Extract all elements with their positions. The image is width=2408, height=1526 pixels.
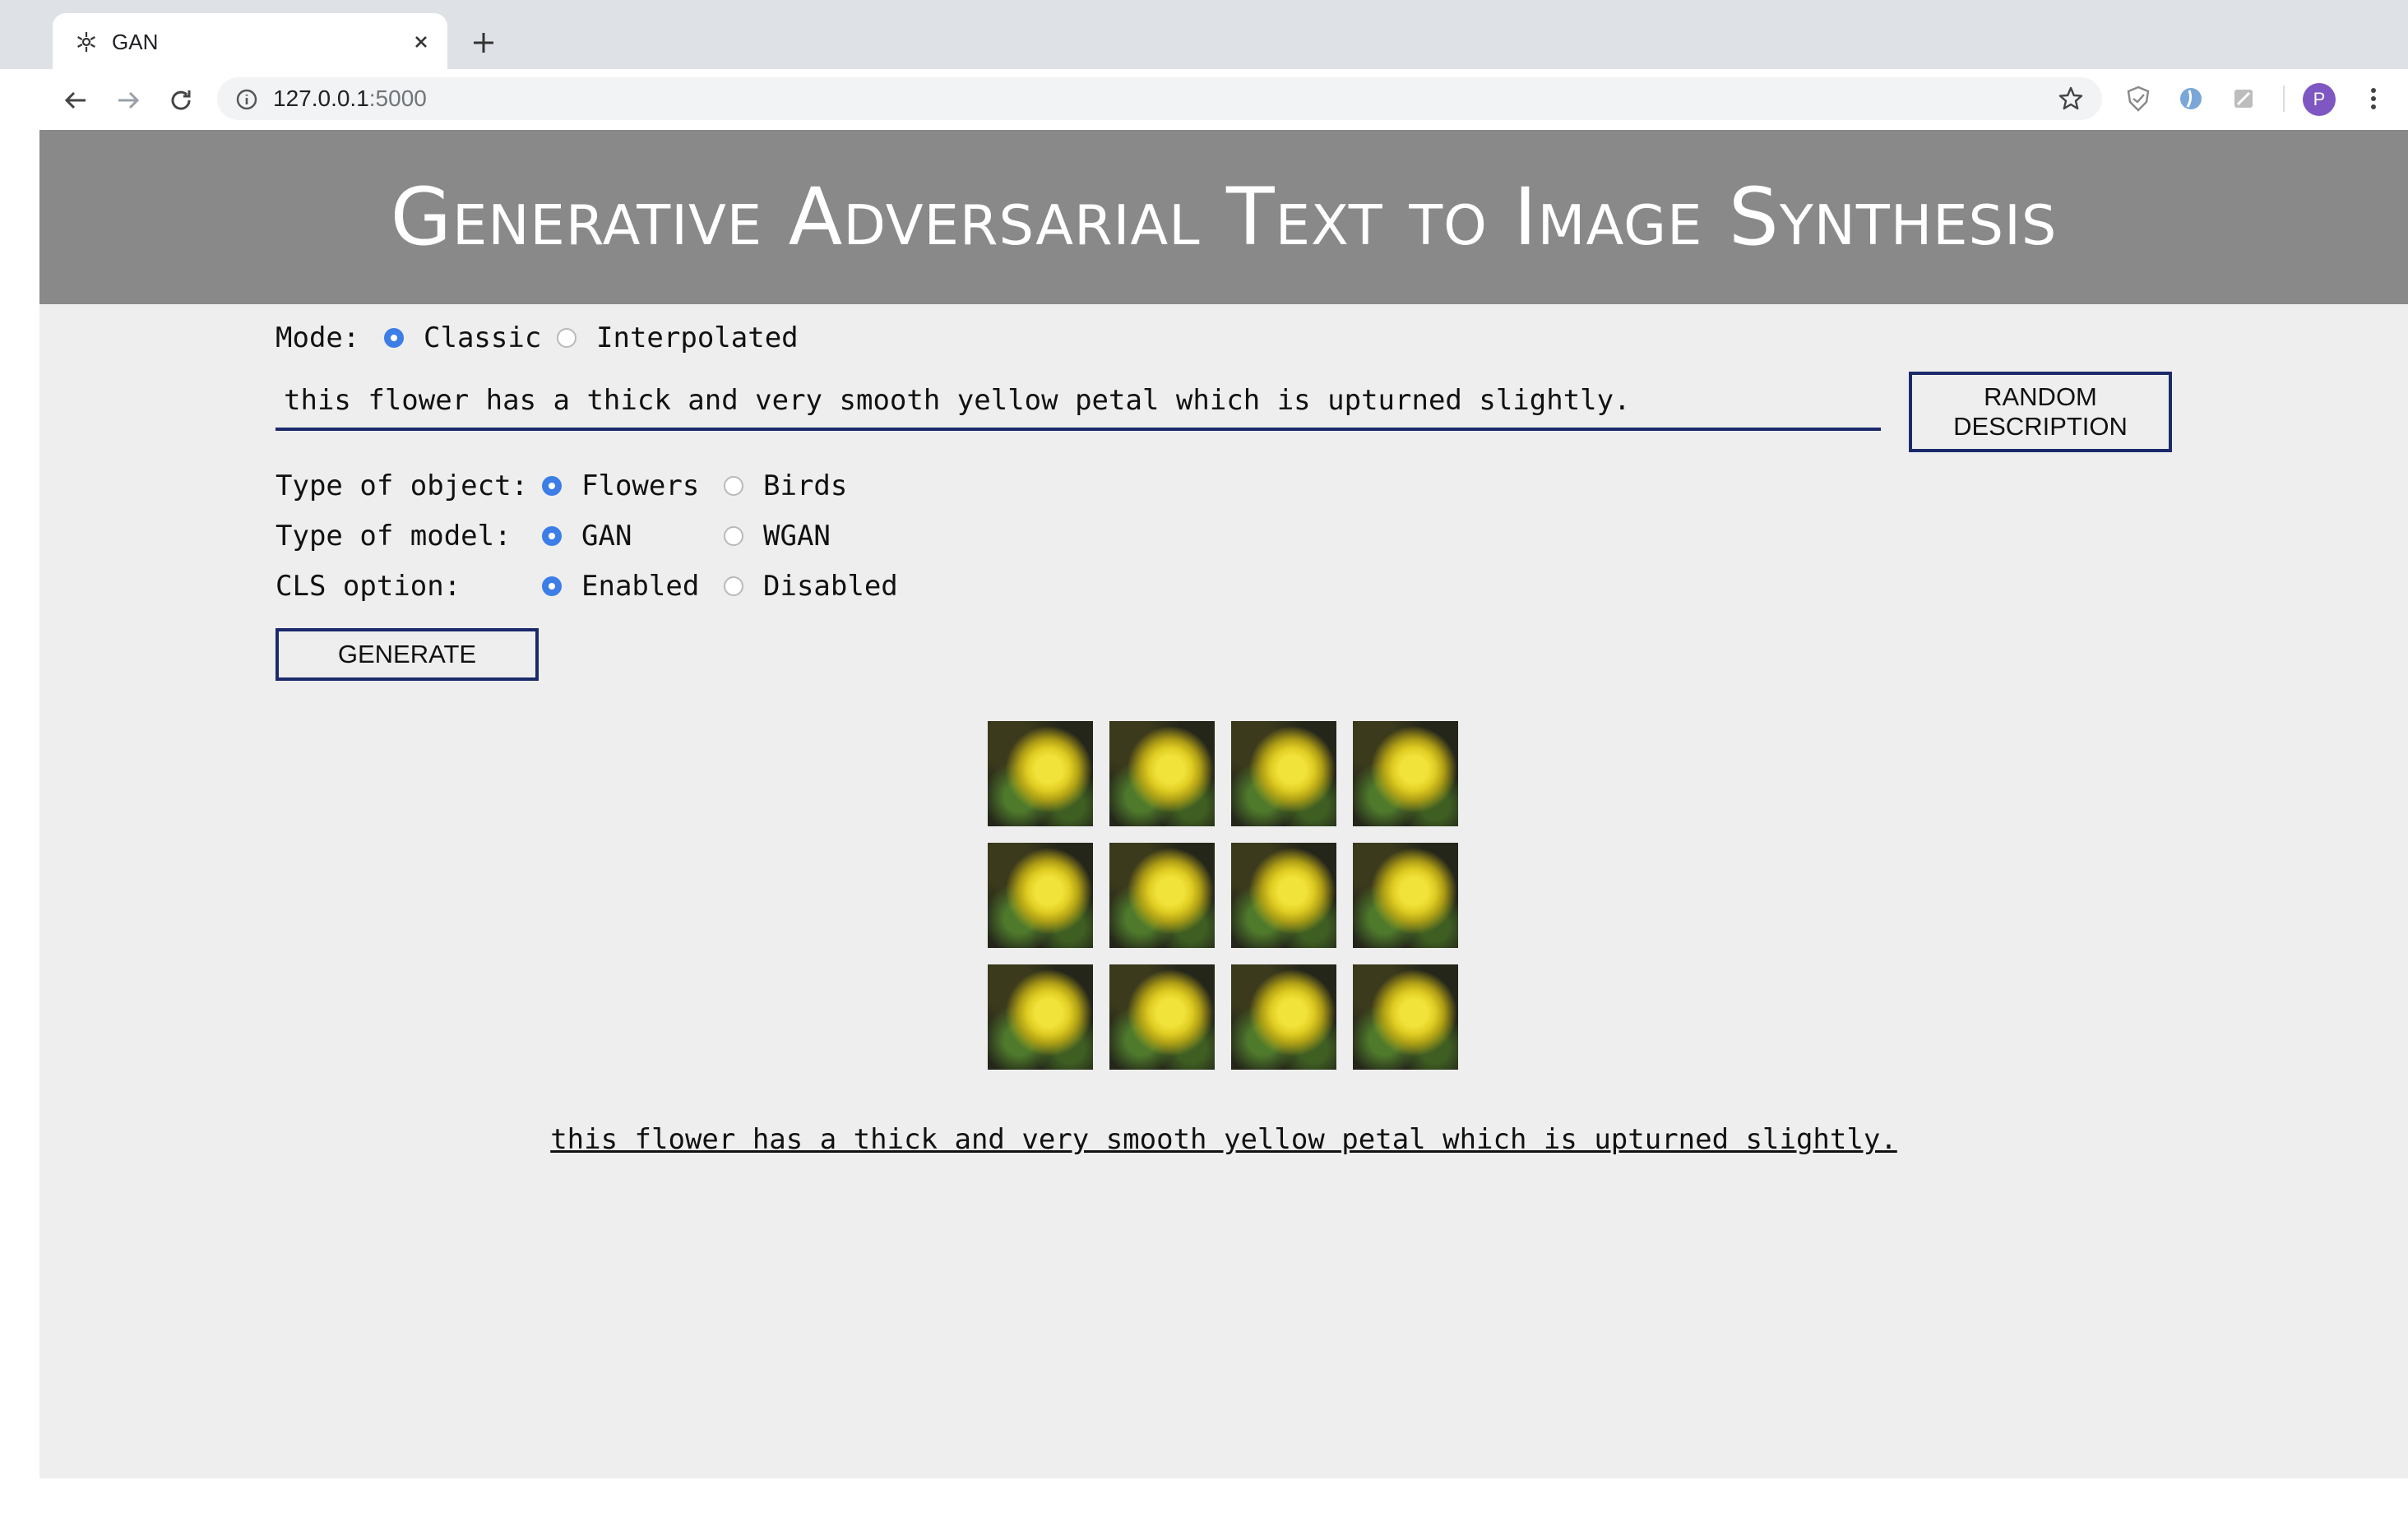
result-caption: this flower has a thick and very smooth … [550, 1123, 1897, 1156]
generated-flower-image [988, 843, 1093, 948]
cls-disabled-radio[interactable] [724, 576, 743, 596]
generated-flower-image [1353, 964, 1458, 1070]
model-option-wgan[interactable]: WGAN [724, 520, 831, 553]
site-info-icon[interactable] [234, 86, 260, 113]
shield-extension-icon[interactable] [2122, 82, 2155, 115]
model-gan-radio[interactable] [542, 526, 562, 546]
cls-option-label: CLS option: [276, 570, 461, 603]
generated-flower-image [1231, 843, 1336, 948]
mode-option-interpolated[interactable]: Interpolated [557, 321, 799, 354]
mode-label: Mode: [276, 321, 360, 354]
generated-flower-image [1109, 964, 1215, 1070]
url-text[interactable]: 127.0.0.1:5000 [273, 85, 427, 113]
mode-interpolated-radio[interactable] [557, 328, 577, 348]
model-option-gan[interactable]: GAN [542, 520, 632, 553]
model-type-label: Type of model: [276, 520, 512, 553]
forward-arrow-icon[interactable] [112, 84, 145, 117]
kebab-menu-icon[interactable] [2357, 82, 2390, 115]
tab-strip: GAN [0, 0, 2408, 69]
close-tab-icon[interactable] [408, 29, 434, 55]
generated-flower-image [1231, 964, 1336, 1070]
object-type-label: Type of object: [276, 469, 529, 502]
generated-image-grid [988, 721, 1461, 1070]
object-option-birds[interactable]: Birds [724, 469, 847, 502]
generated-flower-image [988, 964, 1093, 1070]
toolbar-divider [2283, 86, 2285, 112]
generated-flower-image [1109, 721, 1215, 826]
page-body: Generative Adversarial Text to Image Syn… [39, 130, 2408, 1478]
cls-option-enabled[interactable]: Enabled [542, 570, 699, 603]
browser-tab[interactable]: GAN [53, 13, 447, 69]
address-bar[interactable]: 127.0.0.1:5000 [217, 77, 2102, 120]
url-port: :5000 [368, 86, 427, 111]
new-tab-icon[interactable] [467, 26, 500, 59]
random-description-button[interactable]: RANDOM DESCRIPTION [1909, 372, 2172, 452]
generated-flower-image [1353, 721, 1458, 826]
mode-interpolated-label: Interpolated [596, 321, 799, 354]
cls-enabled-label: Enabled [581, 570, 700, 603]
header-banner: Generative Adversarial Text to Image Syn… [39, 130, 2408, 304]
browser-toolbar: 127.0.0.1:5000 P [0, 69, 2408, 128]
object-birds-label: Birds [763, 469, 848, 502]
object-option-flowers[interactable]: Flowers [542, 469, 699, 502]
model-wgan-label: WGAN [763, 520, 831, 553]
reload-icon[interactable] [164, 84, 197, 117]
object-flowers-radio[interactable] [542, 476, 562, 496]
generated-flower-image [1109, 843, 1215, 948]
back-arrow-icon[interactable] [59, 84, 92, 117]
puzzle-extension-icon[interactable] [2227, 82, 2260, 115]
model-wgan-radio[interactable] [724, 526, 743, 546]
object-flowers-label: Flowers [581, 469, 700, 502]
generated-flower-image [988, 721, 1093, 826]
mode-classic-label: Classic [424, 321, 542, 354]
cls-enabled-radio[interactable] [542, 576, 562, 596]
page-title: Generative Adversarial Text to Image Syn… [390, 171, 2058, 263]
cls-option-disabled[interactable]: Disabled [724, 570, 898, 603]
mode-option-classic[interactable]: Classic [384, 321, 541, 354]
generated-flower-image [1231, 721, 1336, 826]
description-input[interactable] [276, 373, 1881, 431]
profile-avatar[interactable]: P [2303, 83, 2336, 116]
generated-flower-image [1353, 843, 1458, 948]
url-host: 127.0.0.1 [273, 86, 369, 111]
model-gan-label: GAN [581, 520, 632, 553]
object-birds-radio[interactable] [724, 476, 743, 496]
gan-favicon-icon [77, 32, 95, 52]
tab-title: GAN [112, 30, 159, 54]
generate-button[interactable]: GENERATE [276, 628, 539, 681]
cls-disabled-label: Disabled [763, 570, 898, 603]
blue-extension-icon[interactable] [2174, 82, 2207, 115]
bookmark-star-icon[interactable] [2056, 84, 2086, 113]
mode-classic-radio[interactable] [384, 328, 404, 348]
